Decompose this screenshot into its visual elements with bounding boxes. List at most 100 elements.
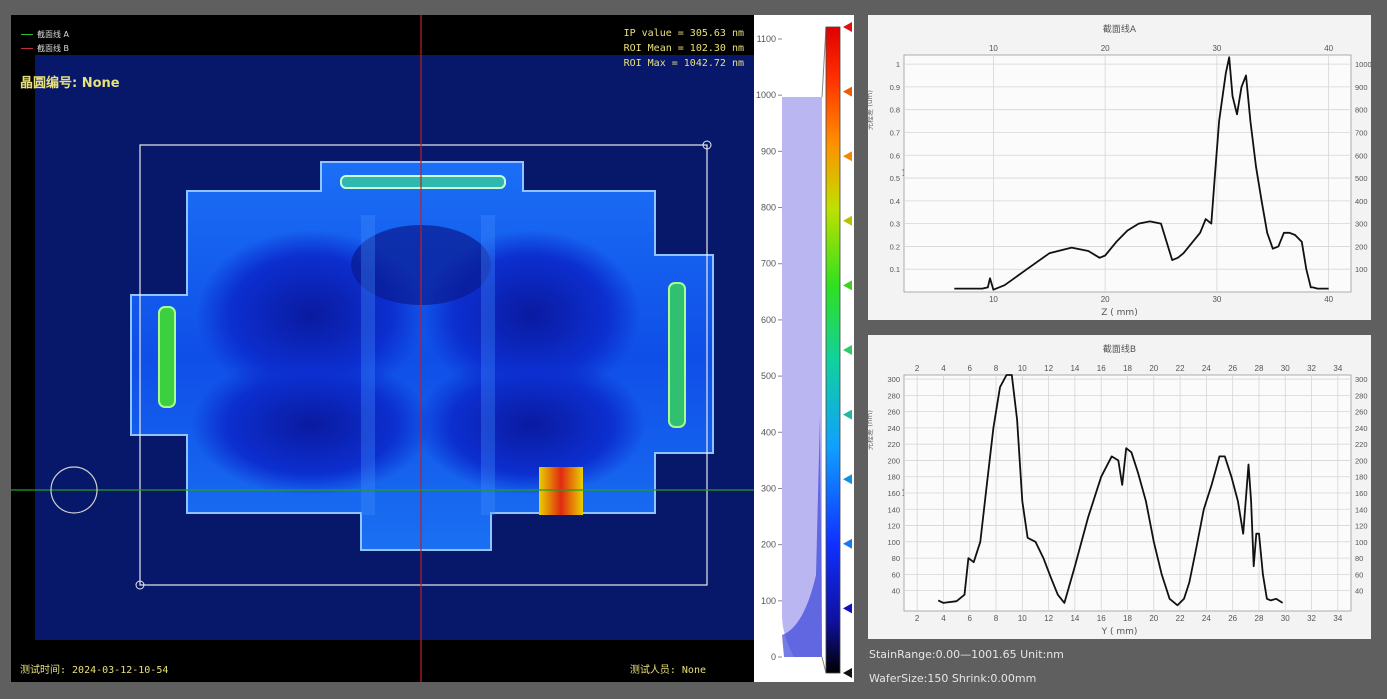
y-tick-label: 0.3 [890,220,900,229]
y-right-tick-label: 60 [1355,570,1363,579]
x-top-tick-label: 26 [1228,364,1237,373]
x-top-tick-label: 20 [1101,44,1110,53]
x-tick-label: 28 [1255,614,1264,623]
colorbar-marker [843,474,852,485]
x-tick-label: 30 [1212,295,1221,304]
colorbar-tick-label: 500 [761,371,776,381]
x-tick-label: 16 [1097,614,1106,623]
y-tick-label: 100 [887,538,900,547]
x-tick-label: 32 [1307,614,1316,623]
y-tick-label: 200 [887,456,900,465]
colorbar-tick-label: 100 [761,596,776,606]
y-right-tick-label: 180 [1355,473,1368,482]
x-top-tick-label: 4 [941,364,946,373]
x-tick-label: 6 [968,614,973,623]
x-top-tick-label: 6 [968,364,973,373]
y-tick-label: 240 [887,424,900,433]
x-top-tick-label: 30 [1212,44,1221,53]
y-right-tick-label: 300 [1355,375,1368,384]
x-tick-label: 10 [989,295,998,304]
chart-b-svg[interactable]: 2 4 6 8 10 12 14 16 18 20 22 24 26 28 30 32 342 4 6 8 10 12 14… [868,335,1371,639]
x-tick-label: 18 [1123,614,1132,623]
x-tick-label: 12 [1044,614,1053,623]
x-tick-label: 30 [1281,614,1290,623]
y-right-tick-label: 100 [1355,538,1368,547]
interferogram-viewer[interactable]: 截面线 A 截面线 B 晶圆编号: None IP value = 305.63… [11,15,754,682]
section-b-chart-panel: 截面线B Y ( mm) 光程差 (nm) nan 24681012141618… [866,335,1371,639]
y-tick-label: 140 [887,505,900,514]
colorbar-tick-label: 800 [761,203,776,213]
x-tick-label: 2 [915,614,920,623]
colorbar-tick-label: 900 [761,146,776,156]
y-tick-label: 0.8 [890,106,900,115]
y-right-tick-label: 260 [1355,408,1368,417]
legend-label: 截面线 B [37,44,70,53]
y-right-tick-label: 100 [1355,265,1368,274]
x-top-tick-label: 12 [1044,364,1053,373]
colorbar-tick-label: 700 [761,259,776,269]
section-a-chart-panel: 截面线A Z ( mm) 光程差 (um) nan 10203040102030… [866,15,1371,320]
y-right-tick-label: 800 [1355,106,1368,115]
y-right-tick-label: 120 [1355,522,1368,531]
x-top-tick-label: 10 [989,44,998,53]
x-top-tick-label: 8 [994,364,999,373]
y-right-tick-label: 1000 [1355,60,1371,69]
x-top-tick-label: 28 [1255,364,1264,373]
x-tick-label: 14 [1070,614,1079,623]
colorbar-marker [843,22,852,32]
test-time: 测试时间: 2024-03-12-10-54 [20,665,169,676]
y-right-tick-label: 240 [1355,424,1368,433]
y-right-tick-label: 700 [1355,128,1368,137]
y-tick-label: 0.9 [890,83,900,92]
y-right-tick-label: 900 [1355,83,1368,92]
y-tick-label: 1 [896,60,900,69]
plot-area [903,54,1352,293]
x-top-tick-label: 16 [1097,364,1106,373]
colorbar-tick-label: 600 [761,315,776,325]
legend-item-a[interactable]: 截面线 A [21,28,69,42]
colorbar-marker [843,409,852,420]
x-tick-label: 34 [1333,614,1342,623]
x-tick-label: 10 [1018,614,1027,623]
x-tick-label: 20 [1101,295,1110,304]
y-right-tick-label: 400 [1355,197,1368,206]
x-top-tick-label: 10 [1018,364,1027,373]
colorbar-marker [843,668,852,678]
hot-spot [539,467,583,515]
x-top-tick-label: 14 [1070,364,1079,373]
chart-a-svg[interactable]: 10 20 30 40 10 20 30 40 0.1 0.2 0.3 0.4 0.5 0.6 0.7 0.8… [868,15,1371,320]
stain-range-status: StainRange:0.00—1001.65 Unit:nm [869,648,1064,661]
y-tick-label: 80 [892,554,900,563]
rainbow-bar [825,26,841,674]
y-tick-label: 160 [887,489,900,498]
legend-label: 截面线 A [37,30,70,39]
y-tick-label: 220 [887,440,900,449]
roi-max: ROI Max = 1042.72 nm [623,58,744,69]
legend-item-b[interactable]: 截面线 B [21,42,69,56]
colorbar-tick-label: 1100 [757,34,776,44]
y-right-tick-label: 200 [1355,456,1368,465]
x-top-tick-label: 34 [1333,364,1342,373]
x-tick-label: 8 [994,614,999,623]
y-right-tick-label: 40 [1355,587,1363,596]
y-tick-label: 60 [892,570,900,579]
stats-readout: IP value = 305.63 nm ROI Mean = 102.30 n… [624,26,744,71]
wafer-id-label: 晶圆编号: None [20,76,120,91]
x-tick-label: 40 [1324,295,1333,304]
y-right-tick-label: 600 [1355,151,1368,160]
y-tick-label: 0.5 [890,174,900,183]
y-right-tick-label: 300 [1355,220,1368,229]
colorbar-marker [843,151,852,162]
y-right-tick-label: 80 [1355,554,1363,563]
y-tick-label: 40 [892,587,900,596]
colorbar-tick-label: 0 [771,652,776,662]
colorbar-marker [843,86,852,97]
y-right-tick-label: 140 [1355,505,1368,514]
y-tick-label: 0.4 [890,197,900,206]
x-tick-label: 24 [1202,614,1211,623]
wafer-size-status: WaferSize:150 Shrink:0.00mm [869,672,1037,685]
x-top-tick-label: 18 [1123,364,1132,373]
x-tick-label: 26 [1228,614,1237,623]
x-top-tick-label: 32 [1307,364,1316,373]
color-scale: 1100 1000 900 800 700 600 500 400 300 200 100 0 [754,15,854,682]
